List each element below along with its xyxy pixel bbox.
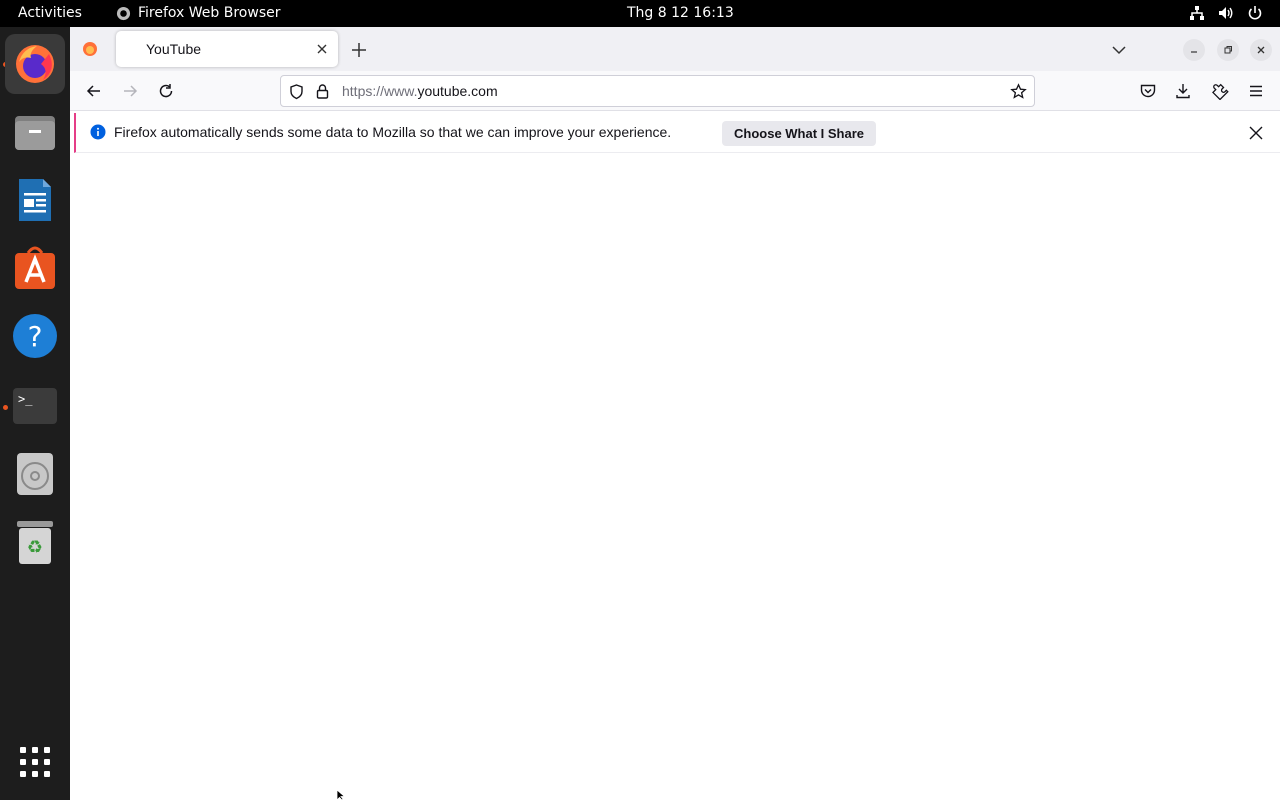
reload-icon[interactable] (157, 82, 175, 100)
firefox-menu-icon (116, 6, 131, 20)
notification-message: Firefox automatically sends some data to… (114, 124, 672, 140)
close-notification-icon[interactable] (1248, 125, 1264, 141)
firefox-view-icon[interactable] (82, 41, 98, 57)
tab-strip: YouTube (70, 27, 1280, 71)
downloads-icon[interactable] (1174, 82, 1192, 100)
tab-youtube[interactable]: YouTube (116, 31, 338, 67)
forward-arrow-icon[interactable] (121, 82, 139, 100)
url-text[interactable]: https://www.youtube.com (342, 83, 498, 99)
power-icon[interactable] (1247, 5, 1263, 21)
clock[interactable]: Thg 8 12 16:13 (627, 5, 734, 21)
tracking-protection-shield-icon[interactable] (288, 83, 305, 100)
url-prefix: https://www. (342, 83, 418, 99)
new-tab-icon[interactable] (350, 41, 368, 59)
dock-terminal[interactable]: >_ (5, 376, 65, 436)
dock-help[interactable]: ? (5, 306, 65, 366)
lock-icon[interactable] (314, 83, 331, 100)
show-apps-icon (20, 747, 50, 777)
minimize-button[interactable] (1183, 39, 1205, 61)
close-tab-icon[interactable] (314, 41, 330, 57)
dock-files[interactable] (5, 102, 65, 162)
hamburger-menu-icon[interactable] (1247, 82, 1265, 100)
files-icon (15, 116, 55, 150)
navigation-toolbar: https://www.youtube.com (70, 71, 1280, 111)
tab-title: YouTube (146, 41, 202, 57)
maximize-button[interactable] (1217, 39, 1239, 61)
dock-app-center[interactable] (5, 238, 65, 298)
writer-icon (19, 179, 51, 221)
notification-bar: Firefox automatically sends some data to… (74, 113, 1280, 153)
svg-text:>_: >_ (18, 392, 33, 406)
disc-drive-icon (17, 453, 53, 495)
restore-icon (1224, 46, 1232, 54)
dock-trash[interactable]: ♻ (5, 512, 65, 572)
activities-button[interactable]: Activities (18, 5, 82, 21)
dock-show-apps[interactable] (5, 732, 65, 792)
info-icon (90, 124, 106, 140)
app-menu[interactable]: Firefox Web Browser (116, 5, 281, 21)
close-window-button[interactable] (1250, 39, 1272, 61)
svg-text:♻: ♻ (27, 537, 43, 558)
back-arrow-icon[interactable] (85, 82, 103, 100)
app-center-icon (15, 246, 55, 289)
mouse-cursor-icon (336, 790, 346, 800)
dock-writer[interactable] (5, 170, 65, 230)
volume-icon[interactable] (1218, 5, 1234, 21)
extensions-icon[interactable] (1211, 82, 1229, 100)
page-content[interactable] (70, 153, 1280, 800)
choose-what-i-share-button[interactable]: Choose What I Share (722, 121, 877, 146)
list-all-tabs-icon[interactable] (1111, 42, 1127, 58)
svg-text:?: ? (28, 320, 43, 353)
address-bar[interactable]: https://www.youtube.com (280, 75, 1035, 107)
minimize-icon (1191, 51, 1197, 53)
close-icon (1257, 46, 1265, 54)
bookmark-star-icon[interactable] (1010, 83, 1027, 100)
help-icon: ? (13, 314, 57, 358)
terminal-icon: >_ (13, 388, 57, 424)
dock-firefox[interactable] (5, 34, 65, 94)
trash-icon: ♻ (17, 521, 53, 564)
firefox-icon (16, 45, 54, 83)
app-menu-label: Firefox Web Browser (138, 5, 281, 21)
firefox-window: YouTube https://www.youtube.com Firefox … (70, 27, 1280, 800)
gnome-top-bar: Activities Firefox Web Browser Thg 8 12 … (0, 0, 1280, 27)
dock-disc[interactable] (5, 444, 65, 504)
pocket-icon[interactable] (1139, 82, 1157, 100)
dock: ? >_ ♻ (0, 27, 70, 800)
url-domain: youtube.com (417, 83, 498, 99)
system-tray[interactable] (1189, 5, 1263, 21)
network-icon[interactable] (1189, 5, 1205, 21)
